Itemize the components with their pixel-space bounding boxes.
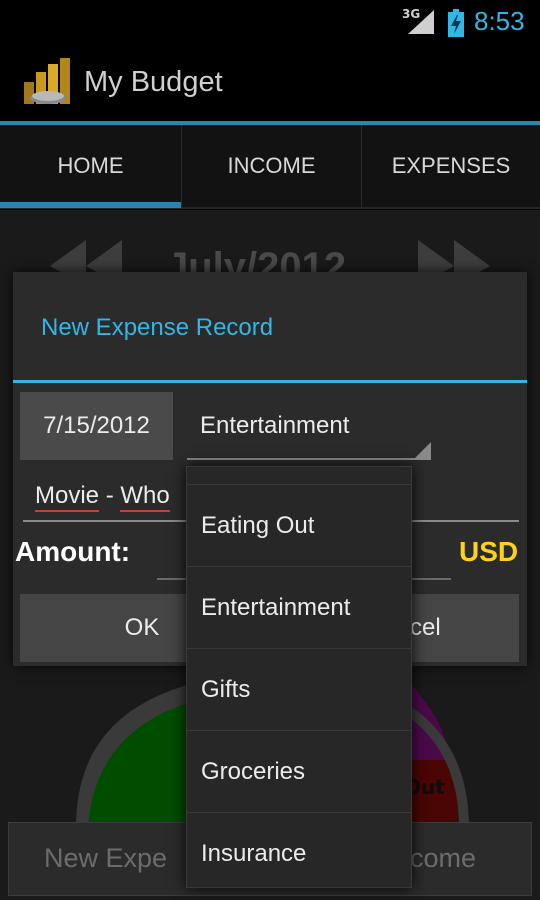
dropdown-option-gifts[interactable]: Gifts	[187, 649, 411, 731]
dropdown-option-eating-out[interactable]: Eating Out	[187, 485, 411, 567]
dropdown-option-groceries[interactable]: Groceries	[187, 731, 411, 813]
dialog-title-divider	[13, 380, 527, 383]
spinner-dropdown-icon	[415, 442, 431, 458]
clock: 8:53	[474, 6, 525, 36]
tab-home[interactable]: HOME	[0, 125, 181, 207]
dropdown-scroll-edge	[187, 467, 411, 485]
dropdown-option-insurance[interactable]: Insurance	[187, 813, 411, 887]
new-income-button: come	[410, 843, 477, 873]
description-word-2: Who	[120, 482, 170, 512]
status-bar: 3G 8:53	[0, 0, 540, 48]
category-dropdown-list: Eating Out Entertainment Gifts Groceries…	[186, 466, 412, 888]
date-picker-button[interactable]: 7/15/2012	[20, 392, 173, 460]
currency-label: USD	[459, 536, 519, 567]
dropdown-option-entertainment[interactable]: Entertainment	[187, 567, 411, 649]
category-spinner[interactable]: Entertainment	[185, 392, 431, 460]
battery-charging-icon	[448, 9, 464, 37]
new-expense-button: New Expe	[44, 843, 168, 873]
tab-selected-indicator	[0, 202, 181, 208]
budget-app-icon[interactable]	[22, 56, 74, 108]
app-title: My Budget	[84, 66, 223, 98]
spinner-underline	[187, 458, 431, 460]
cancel-button-label: cel	[410, 614, 441, 641]
description-word-1: Movie	[35, 482, 100, 512]
tab-expenses[interactable]: EXPENSES	[361, 125, 540, 207]
tab-income[interactable]: INCOME	[181, 125, 361, 207]
description-separator: -	[99, 482, 121, 509]
dialog-title: New Expense Record	[41, 314, 274, 341]
amount-label: Amount:	[15, 536, 131, 567]
action-bar: My Budget	[0, 48, 540, 122]
tab-bar: HOME INCOME EXPENSES	[0, 125, 540, 209]
category-selected: Entertainment	[200, 412, 350, 439]
description-text: Movie - Who	[35, 482, 170, 512]
signal-icon	[408, 10, 434, 34]
